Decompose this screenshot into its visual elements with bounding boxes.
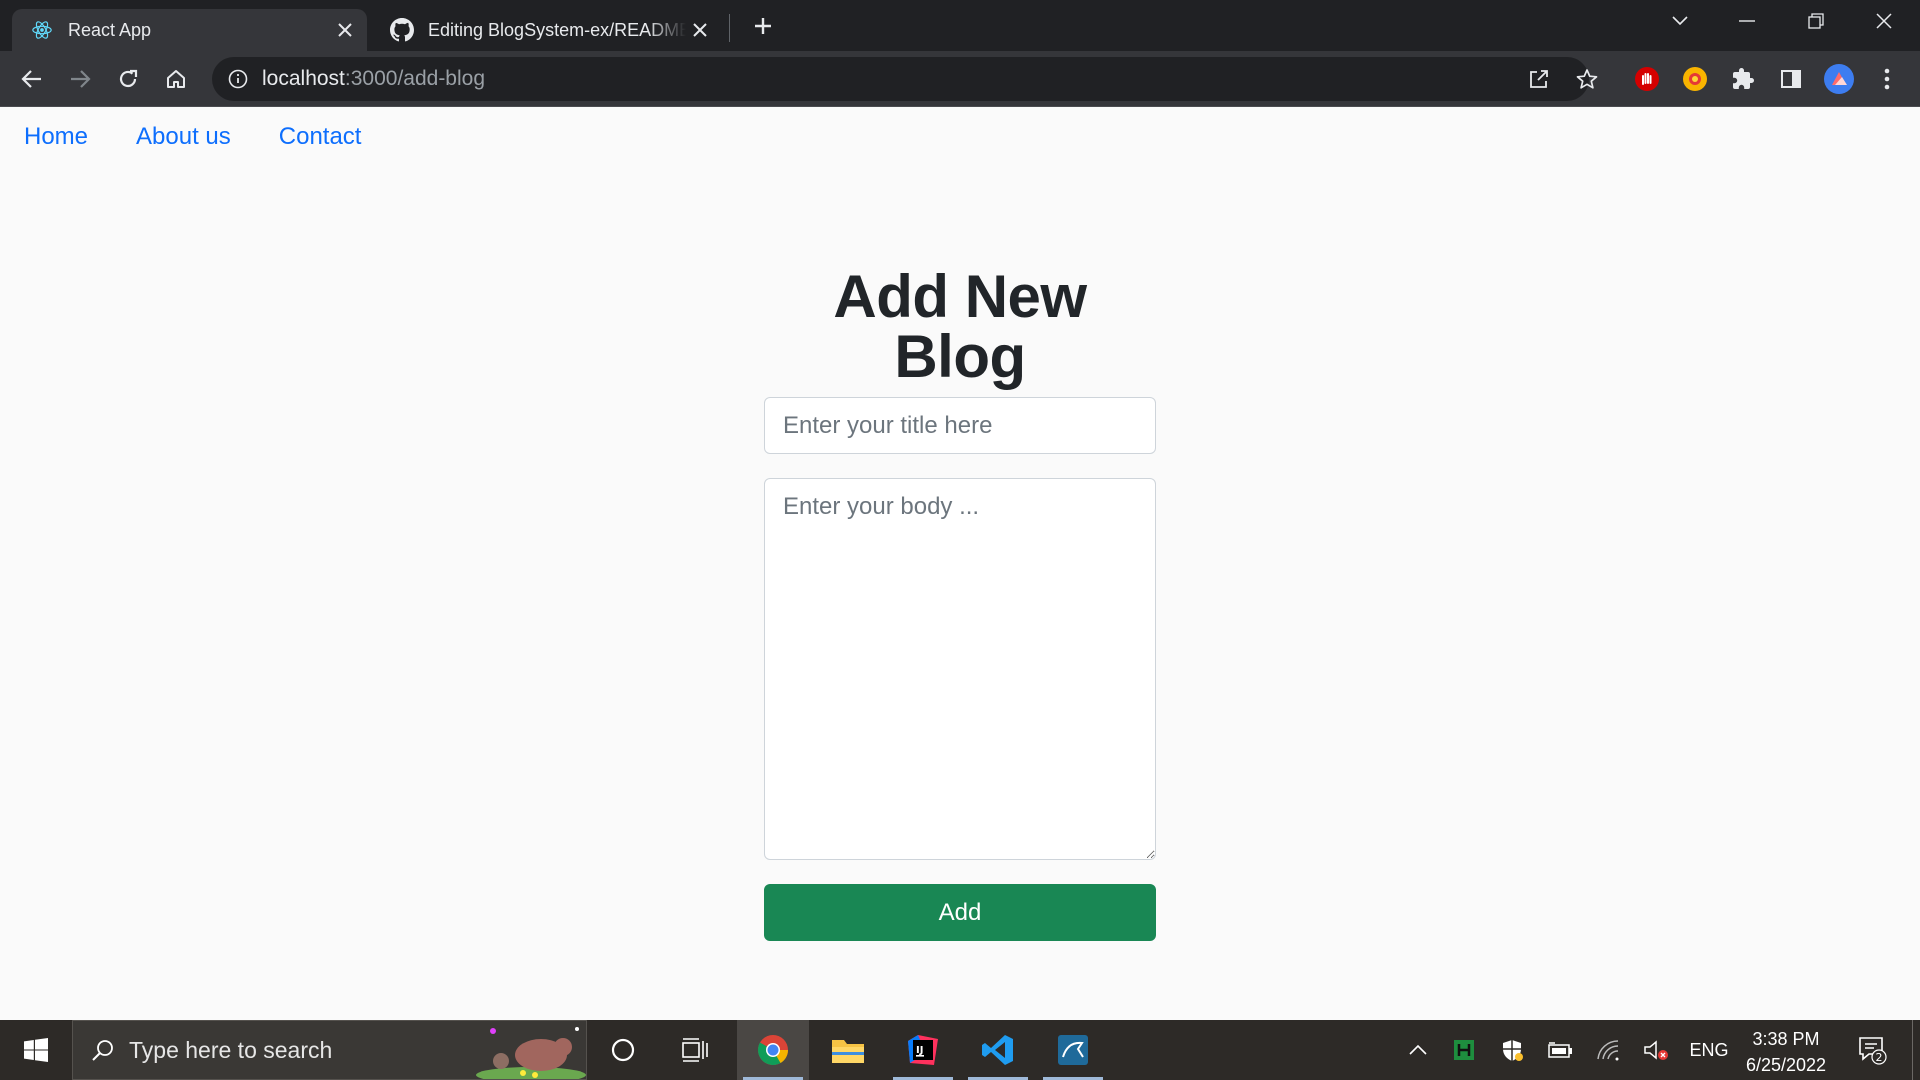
wifi-icon	[1597, 1040, 1619, 1061]
tab-react-app[interactable]: React App	[12, 9, 367, 51]
mysql-workbench-icon	[1058, 1035, 1088, 1065]
tab-search-button[interactable]	[1660, 6, 1700, 36]
search-icon	[91, 1038, 115, 1062]
browser-tab-strip: React App Editing BlogSystem-ex/README.m…	[0, 0, 1920, 51]
clock-time: 3:38 PM	[1752, 1029, 1820, 1049]
taskbar-search-box[interactable]: Type here to search	[72, 1020, 587, 1080]
reload-icon	[119, 69, 138, 88]
shield-icon	[1503, 1040, 1523, 1061]
close-tab-icon[interactable]	[686, 16, 714, 44]
notification-count: 2	[1876, 1051, 1883, 1064]
show-hidden-icons-button[interactable]	[1400, 1020, 1436, 1080]
tray-battery[interactable]	[1542, 1020, 1578, 1080]
show-desktop-button[interactable]	[1912, 1020, 1920, 1080]
profile-avatar[interactable]	[1821, 61, 1857, 97]
url-host: localhost	[262, 67, 345, 90]
minimize-button[interactable]	[1727, 6, 1767, 36]
windows-taskbar: Type here to search IJ ENG 3:38 PM 6/25/…	[0, 1020, 1920, 1080]
taskbar-file-explorer[interactable]	[812, 1020, 884, 1080]
search-placeholder: Type here to search	[129, 1036, 333, 1063]
svg-text:IJ: IJ	[916, 1045, 923, 1056]
language-indicator[interactable]: ENG	[1684, 1020, 1734, 1080]
tab-title: React App	[68, 19, 152, 40]
page-title: Add New Blog	[833, 263, 1087, 390]
extensions-button[interactable]	[1725, 61, 1761, 97]
address-bar[interactable]: localhost:3000/add-blog	[212, 57, 1598, 101]
tray-volume[interactable]	[1638, 1020, 1674, 1080]
url-path: :3000/add-blog	[344, 67, 486, 90]
tray-app-green[interactable]	[1446, 1020, 1482, 1080]
body-textarea[interactable]	[764, 478, 1156, 860]
share-icon[interactable]	[1527, 67, 1551, 91]
color-wheel-icon	[1683, 67, 1707, 91]
chevron-up-icon	[1409, 1044, 1427, 1055]
new-tab-button[interactable]	[748, 11, 778, 41]
avatar-icon	[1824, 64, 1854, 94]
taskbar-intellij[interactable]: IJ	[887, 1020, 959, 1080]
close-tab-icon[interactable]	[331, 16, 359, 44]
notification-icon: 2	[1859, 1037, 1887, 1065]
tray-network[interactable]	[1590, 1020, 1626, 1080]
add-button[interactable]: Add	[764, 884, 1156, 941]
home-icon	[167, 70, 185, 88]
restore-icon	[1808, 13, 1824, 29]
speaker-muted-icon	[1644, 1040, 1668, 1060]
vscode-icon	[982, 1035, 1013, 1065]
taskbar-mysql-workbench[interactable]	[1037, 1020, 1109, 1080]
nav-link-about[interactable]: About us	[136, 123, 231, 151]
plus-icon	[755, 18, 771, 34]
bookmark-star-icon[interactable]	[1575, 67, 1599, 91]
title-input[interactable]	[764, 397, 1156, 454]
more-vertical-icon	[1884, 68, 1890, 90]
close-icon	[1876, 13, 1892, 29]
add-blog-form: Add New Blog Add	[764, 267, 1156, 941]
browser-toolbar: localhost:3000/add-blog	[0, 51, 1920, 107]
forward-button[interactable]	[62, 61, 98, 97]
taskbar-clock[interactable]: 3:38 PM 6/25/2022	[1738, 1026, 1834, 1078]
extension-color-button[interactable]	[1677, 61, 1713, 97]
chevron-down-icon	[1672, 16, 1688, 26]
puzzle-icon	[1733, 68, 1754, 89]
action-center-button[interactable]: 2	[1848, 1020, 1896, 1080]
react-icon	[30, 18, 54, 42]
search-highlight-illustration	[471, 1021, 586, 1079]
minimize-icon	[1739, 20, 1755, 22]
tab-github-editing[interactable]: Editing BlogSystem-ex/README.md	[372, 9, 722, 51]
hand-stop-icon	[1635, 67, 1659, 91]
chrome-icon	[758, 1035, 788, 1066]
windows-logo-icon	[24, 1038, 48, 1062]
nav-link-home[interactable]: Home	[24, 123, 88, 151]
clock-date: 6/25/2022	[1745, 1055, 1827, 1075]
restore-button[interactable]	[1796, 6, 1836, 36]
tray-security[interactable]	[1494, 1020, 1530, 1080]
intellij-icon: IJ	[908, 1035, 938, 1065]
side-panel-icon	[1781, 70, 1801, 88]
folder-icon	[832, 1040, 864, 1063]
nav-link-contact[interactable]: Contact	[279, 123, 362, 151]
chrome-menu-button[interactable]	[1869, 61, 1905, 97]
github-icon	[390, 18, 414, 42]
arrow-right-icon	[71, 70, 91, 88]
cortana-button[interactable]	[593, 1020, 653, 1080]
tray-app-icon	[1454, 1040, 1474, 1060]
page-viewport: Home About us Contact Add New Blog Add	[0, 107, 1920, 1020]
arrow-left-icon	[21, 70, 41, 88]
close-window-button[interactable]	[1864, 6, 1904, 36]
home-button[interactable]	[158, 61, 194, 97]
taskbar-chrome[interactable]	[737, 1020, 809, 1080]
extension-hand-button[interactable]	[1629, 61, 1665, 97]
cortana-icon	[611, 1038, 635, 1062]
side-panel-button[interactable]	[1773, 61, 1809, 97]
taskbar-vscode[interactable]	[962, 1020, 1034, 1080]
reload-button[interactable]	[110, 61, 146, 97]
task-view-button[interactable]	[665, 1020, 725, 1080]
tab-separator	[729, 14, 730, 42]
info-icon[interactable]	[226, 67, 250, 91]
battery-icon	[1548, 1042, 1572, 1058]
tab-title: Editing BlogSystem-ex/README.md	[428, 19, 686, 40]
start-button[interactable]	[0, 1020, 72, 1080]
top-nav: Home About us Contact	[24, 123, 361, 151]
task-view-icon	[682, 1038, 708, 1062]
back-button[interactable]	[14, 61, 50, 97]
